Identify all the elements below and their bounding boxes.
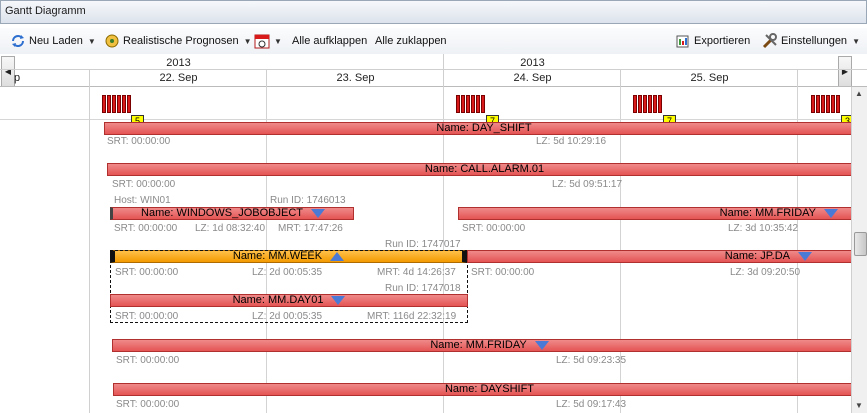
day-label: 23. Sep	[336, 72, 375, 84]
gantt-bar[interactable]: Name: DAYSHIFT	[113, 383, 851, 396]
bar-name: Name: MM.FRIDAY	[719, 207, 816, 219]
gantt-bar[interactable]: Name: MM.FRIDAY	[112, 339, 851, 352]
bar-name: Name: WINDOWS_JOBOBJECT	[141, 207, 303, 219]
scroll-right-button[interactable]: ▶	[838, 56, 852, 87]
bar-host: Host: WIN01	[114, 195, 171, 206]
reload-label: Neu Laden	[29, 35, 83, 47]
gantt-bar[interactable]: Name: WINDOWS_JOBOBJECT	[110, 207, 354, 220]
bar-lz: LZ: 3d 10:35:42	[728, 223, 799, 234]
bar-name: Name: JP.DA	[724, 250, 790, 262]
scroll-up-icon[interactable]: ▲	[855, 89, 863, 98]
refresh-icon	[10, 33, 26, 49]
reload-button[interactable]: Neu Laden ▼	[10, 33, 96, 49]
bar-name: Name: MM.FRIDAY	[430, 339, 527, 351]
bar-lz: LZ: 5d 09:23:35	[556, 355, 627, 366]
bar-run-id: Run ID: 1747018	[385, 283, 461, 294]
bar-srt: SRT: 00:00:00	[462, 223, 526, 234]
vertical-scrollbar[interactable]: ▲ ▼	[851, 87, 867, 413]
year-label: 2013	[166, 57, 191, 69]
job-cluster-icon[interactable]	[633, 95, 663, 113]
bar-mrt: MRT: 116d 22:32:19	[367, 311, 457, 322]
chevron-down-icon[interactable]: ▼	[852, 37, 860, 46]
scroll-left-button[interactable]: ◀	[1, 56, 15, 87]
collapse-arrow-icon[interactable]	[310, 208, 325, 218]
bar-srt: SRT: 00:00:00	[112, 179, 176, 190]
bar-run-id: Run ID: 1746013	[270, 195, 346, 206]
bar-lz: LZ: 5d 09:51:17	[552, 179, 623, 190]
prognosis-button[interactable]: Realistische Prognosen ▼	[104, 33, 252, 49]
bar-srt: SRT: 00:00:00	[116, 399, 180, 410]
bar-srt: SRT: 00:00:00	[115, 311, 179, 322]
bar-name: Name: MM.DAY01	[232, 294, 324, 306]
gantt-bar[interactable]: Name: MM.DAY01	[110, 294, 468, 307]
gantt-bar[interactable]: Name: MM.FRIDAY	[458, 207, 851, 220]
prognosis-label: Realistische Prognosen	[123, 35, 239, 47]
window-title: Gantt Diagramm	[5, 5, 86, 17]
bar-lz: LZ: 5d 09:17:43	[556, 399, 627, 410]
bar-mrt: MRT: 4d 14:26:37	[377, 267, 456, 278]
window-titlebar: Gantt Diagramm	[0, 0, 867, 24]
collapse-arrow-icon[interactable]	[824, 208, 838, 218]
export-icon	[675, 33, 691, 49]
day-label: 22. Sep	[159, 72, 198, 84]
gantt-bar[interactable]: Name: CALL.ALARM.01	[107, 163, 851, 176]
job-cluster-icon[interactable]	[102, 95, 132, 113]
toolbar: Neu Laden ▼ Realistische Prognosen ▼ ▼ All…	[0, 28, 867, 55]
bar-lz: LZ: 5d 10:29:16	[536, 136, 607, 147]
scrollbar-thumb[interactable]	[854, 232, 867, 256]
collapse-all-button[interactable]: Alle zuklappen	[375, 33, 447, 49]
calendar-icon	[254, 33, 270, 49]
job-cluster-icon[interactable]	[811, 95, 841, 113]
bar-srt: SRT: 00:00:00	[116, 355, 180, 366]
bar-srt: SRT: 00:00:00	[115, 267, 179, 278]
gantt-bar[interactable]: Name: JP.DA	[467, 250, 851, 263]
collapse-arrow-icon[interactable]	[798, 251, 812, 261]
job-cluster-icon[interactable]	[456, 95, 486, 113]
prognosis-icon	[104, 33, 120, 49]
tools-icon	[762, 33, 778, 49]
bar-srt: SRT: 00:00:00	[114, 223, 178, 234]
scroll-down-icon[interactable]: ▼	[855, 401, 863, 410]
settings-button[interactable]: Einstellungen ▼	[762, 33, 860, 49]
collapse-arrow-icon[interactable]	[534, 340, 549, 350]
bar-lz: LZ: 2d 00:05:35	[252, 311, 323, 322]
chevron-down-icon[interactable]: ▼	[88, 37, 96, 46]
gantt-chart-area: 5 7 7 3 Name: DAY_SHIFT SRT: 00:00:00 LZ…	[90, 87, 851, 413]
cluster-row: 5 7 7 3	[90, 87, 851, 128]
settings-label: Einstellungen	[781, 35, 848, 47]
day-label-partial: p	[14, 72, 21, 84]
export-button[interactable]: Exportieren	[675, 33, 750, 49]
gantt-bar[interactable]: Name: DAY_SHIFT	[104, 122, 851, 135]
bar-run-id: Run ID: 1747017	[385, 239, 461, 250]
bar-lz: LZ: 2d 00:05:35	[252, 267, 323, 278]
day-label: 24. Sep	[513, 72, 552, 84]
day-label: 25. Sep	[690, 72, 729, 84]
year-label: 2013	[520, 57, 545, 69]
calendar-button[interactable]: ▼	[254, 33, 282, 49]
chevron-down-icon[interactable]: ▼	[274, 37, 282, 46]
collapse-arrow-icon[interactable]	[331, 295, 346, 305]
bar-mrt: MRT: 17:47:26	[278, 223, 343, 234]
export-label: Exportieren	[694, 35, 751, 47]
row-header-pane	[0, 87, 90, 413]
bar-srt: SRT: 00:00:00	[471, 267, 535, 278]
bar-lz: LZ: 1d 08:32:40	[195, 223, 266, 234]
bar-srt: SRT: 00:00:00	[107, 136, 171, 147]
bar-lz: LZ: 3d 09:20:50	[730, 267, 801, 278]
expand-all-button[interactable]: Alle aufklappen	[292, 33, 367, 49]
chevron-down-icon[interactable]: ▼	[244, 37, 252, 46]
